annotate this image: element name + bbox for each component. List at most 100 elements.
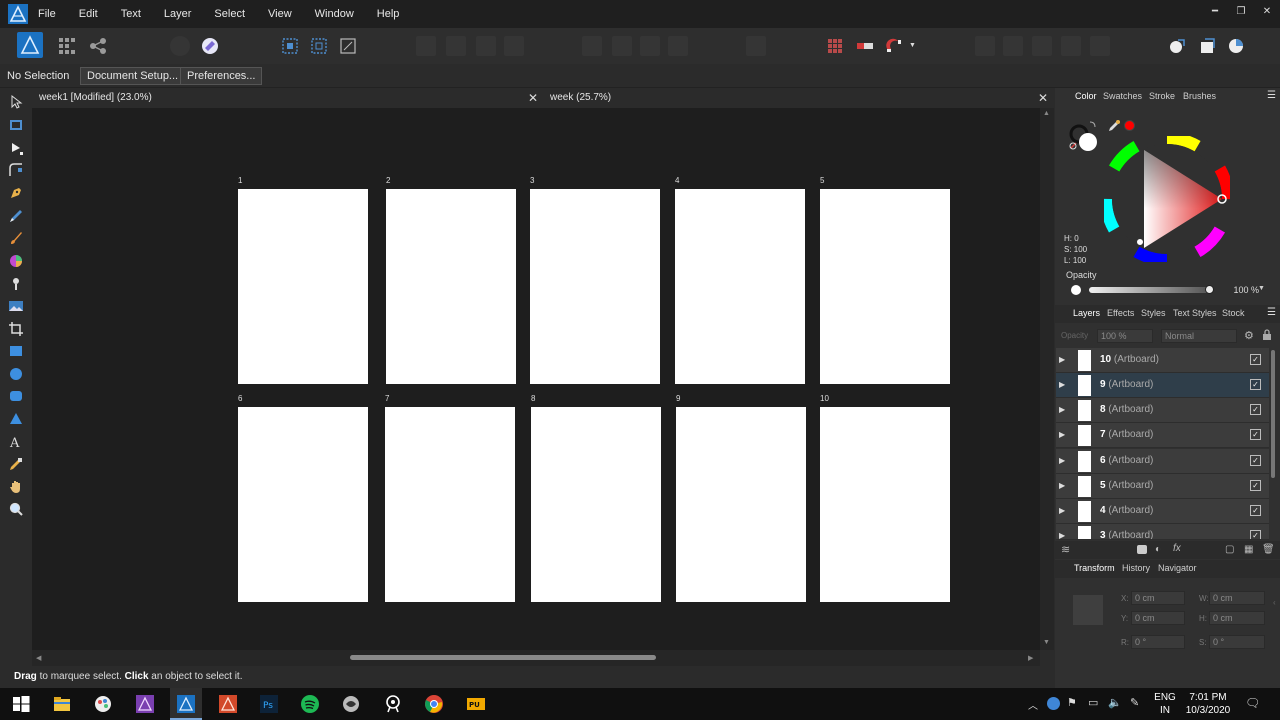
spotify-icon[interactable] <box>300 694 320 714</box>
visibility-checkbox[interactable]: ✓ <box>1250 455 1261 466</box>
color-picker-tool-icon[interactable] <box>8 456 24 472</box>
affinity-photo-icon[interactable] <box>135 694 155 714</box>
corner-tool-icon[interactable] <box>8 162 24 178</box>
affinity-designer-logo-icon[interactable] <box>8 4 28 24</box>
move-forward-icon[interactable] <box>476 36 496 56</box>
action-center-icon[interactable]: 🗨 <box>1245 696 1260 710</box>
x-field[interactable]: 0 cm <box>1131 591 1185 605</box>
snap-grid-icon[interactable] <box>825 36 845 56</box>
designer-persona-icon[interactable] <box>17 32 43 58</box>
color-wheel[interactable] <box>1104 136 1230 262</box>
system-clock[interactable]: 7:01 PM 10/3/2020 <box>1184 691 1232 717</box>
current-color-swatch[interactable] <box>1124 120 1135 131</box>
rotate-left-icon[interactable] <box>640 36 660 56</box>
app-icon[interactable] <box>341 694 361 714</box>
opacity-slider[interactable] <box>1089 287 1209 293</box>
place-image-tool-icon[interactable] <box>8 298 24 314</box>
menu-help[interactable]: Help <box>377 0 400 28</box>
horizontal-scroll-thumb[interactable] <box>350 655 656 660</box>
pen-workspace-icon[interactable]: ✎ <box>1130 696 1139 709</box>
canvas[interactable]: 1 2 3 4 5 6 7 8 9 10 <box>32 108 1040 650</box>
add-layer-icon[interactable]: ▢ <box>1225 544 1234 555</box>
fill-tool-icon[interactable] <box>8 253 24 269</box>
export-persona-icon[interactable] <box>88 36 108 56</box>
tab-week[interactable]: week (25.7%) <box>543 88 1033 108</box>
language-indicator[interactable]: ENG IN <box>1152 691 1178 717</box>
arrange-selection-box-icon[interactable] <box>280 36 300 56</box>
artboard-10[interactable] <box>820 407 950 602</box>
restore-icon[interactable]: ❐ <box>1228 0 1254 24</box>
menu-text[interactable]: Text <box>121 0 141 28</box>
transform-collapse-icon[interactable]: ‹ <box>1273 598 1276 607</box>
sync-settings-icon[interactable] <box>170 36 190 56</box>
scroll-left-icon[interactable]: ◀ <box>36 654 41 662</box>
transform-origin-icon[interactable] <box>309 36 329 56</box>
opacity-dropdown-icon[interactable]: ▼ <box>1258 285 1265 292</box>
align-icon[interactable] <box>746 36 766 56</box>
ellipse-tool-icon[interactable] <box>8 366 24 382</box>
tab-text-styles[interactable]: Text Styles <box>1173 308 1217 318</box>
tab-stroke[interactable]: Stroke <box>1149 91 1175 101</box>
close-window-icon[interactable]: ✕ <box>1254 0 1280 24</box>
layer-row[interactable]: ▶ 5 (Artboard) ✓ <box>1056 474 1269 499</box>
w-field[interactable]: 0 cm <box>1209 591 1265 605</box>
layer-row[interactable]: ▶ 9 (Artboard) ✓ <box>1056 373 1269 398</box>
artboard-9[interactable] <box>676 407 806 602</box>
menu-view[interactable]: View <box>268 0 292 28</box>
insert-inside-icon[interactable] <box>1226 36 1246 56</box>
artboard-6[interactable] <box>238 407 368 602</box>
menu-layer[interactable]: Layer <box>164 0 192 28</box>
layer-row[interactable]: ▶ 8 (Artboard) ✓ <box>1056 398 1269 423</box>
artboard-8[interactable] <box>531 407 661 602</box>
move-back-icon[interactable] <box>416 36 436 56</box>
photoshop-icon[interactable]: Ps <box>259 694 279 714</box>
scroll-down-icon[interactable]: ▼ <box>1043 639 1050 646</box>
chrome-icon[interactable] <box>424 694 444 714</box>
tray-app-icon[interactable] <box>1047 697 1060 710</box>
visibility-checkbox[interactable]: ✓ <box>1250 480 1261 491</box>
vertical-scrollbar[interactable]: ▲ ▼ <box>1040 108 1054 650</box>
rectangle-tool-icon[interactable] <box>8 343 24 359</box>
adjustment-icon[interactable]: ◐ <box>1155 544 1161 555</box>
visibility-checkbox[interactable]: ✓ <box>1250 429 1261 440</box>
tab-stock[interactable]: Stock <box>1222 308 1245 318</box>
visibility-checkbox[interactable]: ✓ <box>1250 354 1261 365</box>
paint-app-icon[interactable] <box>93 694 113 714</box>
pencil-tool-icon[interactable] <box>8 208 24 224</box>
windows-start-icon[interactable] <box>11 694 31 714</box>
tab-layers[interactable]: Layers <box>1073 308 1100 318</box>
zoom-tool-icon[interactable] <box>8 501 24 517</box>
pubg-icon[interactable]: PU <box>466 694 486 714</box>
tab-brushes[interactable]: Brushes <box>1183 91 1216 101</box>
boolean-add-icon[interactable] <box>975 36 995 56</box>
rotation-field[interactable]: 0 ° <box>1131 635 1185 649</box>
fx-icon[interactable]: fx <box>1173 543 1181 554</box>
scroll-right-icon[interactable]: ▶ <box>1028 654 1033 662</box>
horizontal-scrollbar[interactable]: ◀ ▶ <box>32 650 1040 666</box>
insert-behind-icon[interactable] <box>1167 36 1187 56</box>
rotate-right-icon[interactable] <box>668 36 688 56</box>
artboard-5[interactable] <box>820 189 950 384</box>
y-field[interactable]: 0 cm <box>1131 611 1185 625</box>
show-hidden-icons-icon[interactable]: ︿ <box>1028 697 1038 712</box>
expand-icon[interactable]: ▶ <box>1059 380 1069 390</box>
expand-icon[interactable]: ▶ <box>1059 481 1069 491</box>
boolean-subtract-icon[interactable] <box>1003 36 1023 56</box>
menu-select[interactable]: Select <box>214 0 245 28</box>
boolean-xor-icon[interactable] <box>1061 36 1081 56</box>
snapping-dropdown-icon[interactable]: ▼ <box>909 42 916 49</box>
vector-brush-tool-icon[interactable] <box>8 230 24 246</box>
layer-stack-icon[interactable]: ≋ <box>1061 543 1070 556</box>
blend-mode-select[interactable]: Normal <box>1161 329 1237 343</box>
affinity-publisher-icon[interactable] <box>218 694 238 714</box>
scroll-up-icon[interactable]: ▲ <box>1043 110 1050 117</box>
expand-icon[interactable]: ▶ <box>1059 456 1069 466</box>
volume-icon[interactable]: 🔈 <box>1108 696 1122 709</box>
layer-opacity-field[interactable]: 100 % <box>1097 329 1153 343</box>
visibility-checkbox[interactable]: ✓ <box>1250 404 1261 415</box>
menu-window[interactable]: Window <box>315 0 354 28</box>
tab-history[interactable]: History <box>1122 563 1150 573</box>
tab-week1[interactable]: week1 [Modified] (23.0%) <box>32 88 544 108</box>
network-icon[interactable]: ⚑ <box>1067 696 1077 709</box>
pixel-persona-icon[interactable] <box>57 36 77 56</box>
